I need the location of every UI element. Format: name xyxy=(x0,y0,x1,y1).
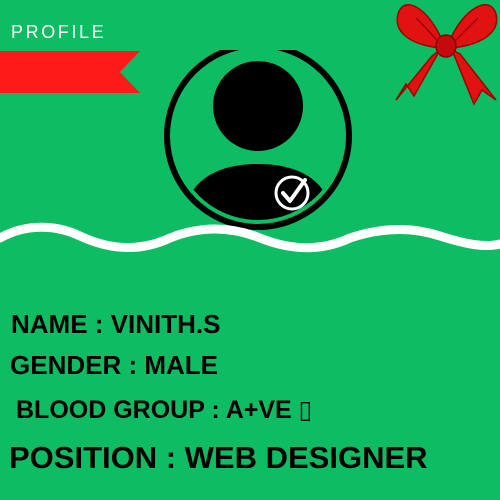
red-ribbon-tag-icon xyxy=(0,51,140,93)
name-field: NAME : VINITH.S xyxy=(11,309,221,339)
wave-divider xyxy=(0,222,500,253)
gender-field: GENDER : MALE xyxy=(10,350,218,380)
red-bow-icon xyxy=(395,4,498,106)
user-avatar-icon xyxy=(164,50,352,230)
position-field: POSITION : WEB DESIGNER xyxy=(9,440,428,475)
blood-group-field: BLOOD GROUP : A+VE ▯ xyxy=(16,396,313,424)
page-title: PROFILE xyxy=(11,22,107,42)
